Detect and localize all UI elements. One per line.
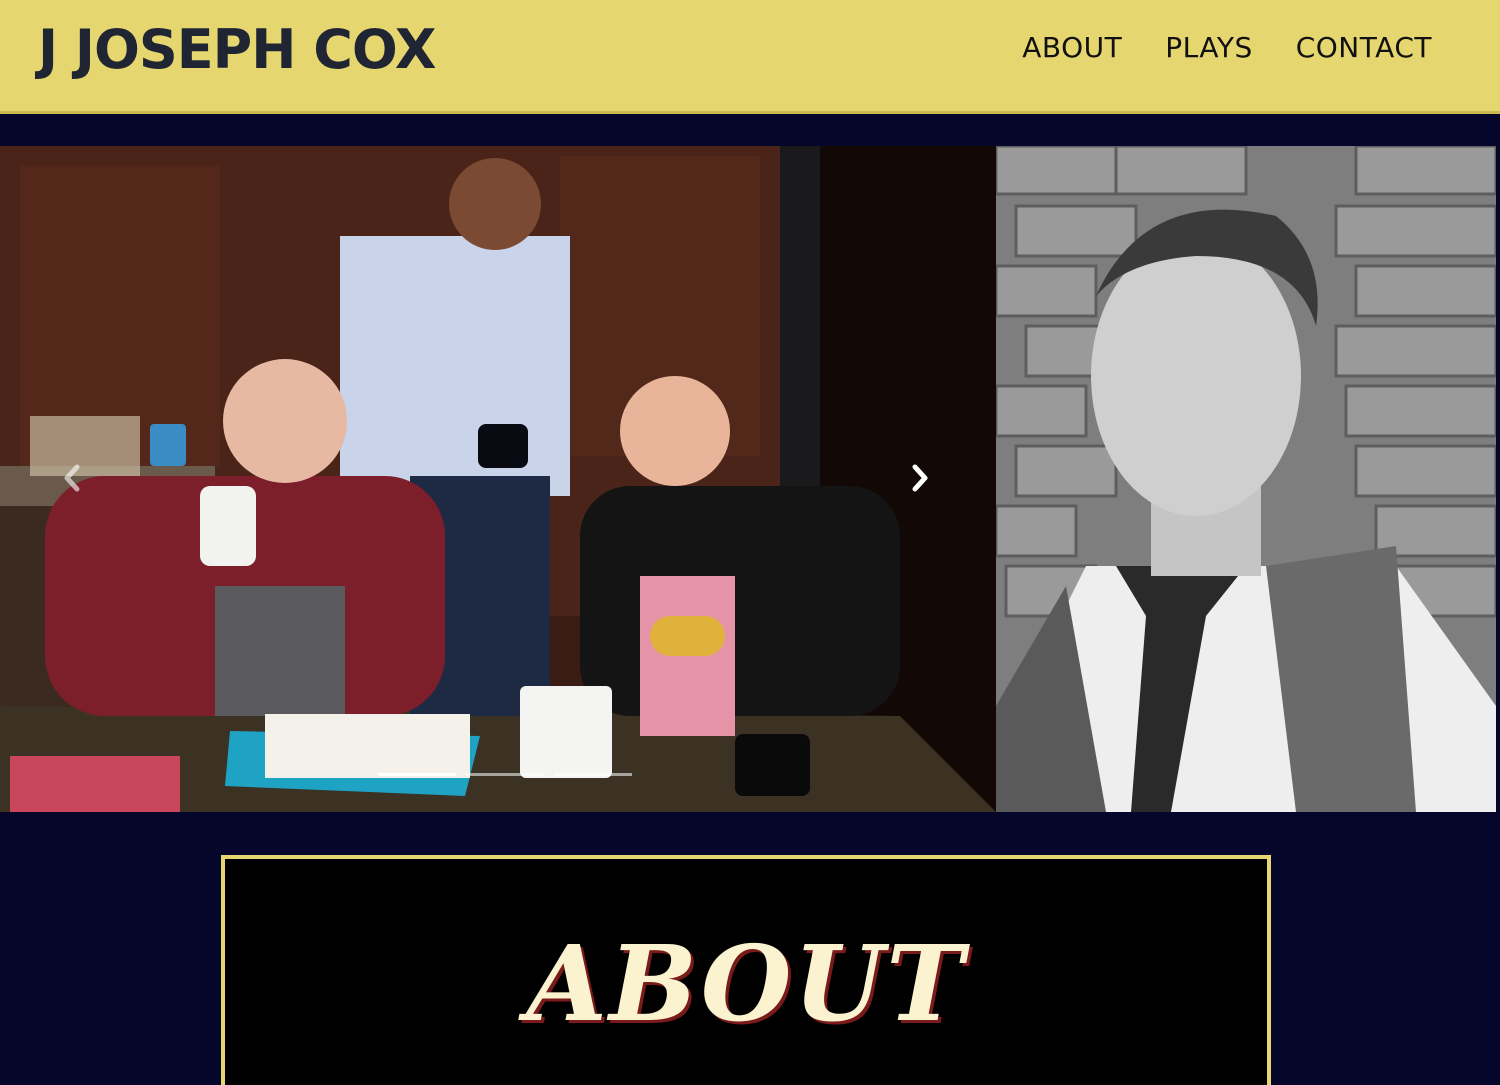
carousel-indicator-1[interactable] bbox=[378, 773, 456, 776]
chevron-left-icon bbox=[64, 464, 80, 492]
nav-link-contact[interactable]: CONTACT bbox=[1296, 30, 1432, 66]
main-nav: ABOUT PLAYS CONTACT bbox=[1022, 30, 1432, 66]
carousel-indicator-2[interactable] bbox=[466, 773, 544, 776]
portrait-image bbox=[996, 146, 1496, 812]
chevron-right-icon bbox=[912, 464, 928, 492]
carousel-indicator-3[interactable] bbox=[554, 773, 632, 776]
carousel-next-button[interactable] bbox=[902, 458, 938, 498]
photo-carousel[interactable] bbox=[0, 146, 996, 812]
hero-section bbox=[0, 146, 1500, 812]
site-header: J JOSEPH COX ABOUT PLAYS CONTACT bbox=[0, 0, 1500, 114]
carousel-slide-image bbox=[0, 146, 996, 812]
about-heading: ABOUT bbox=[526, 922, 966, 1045]
site-title[interactable]: J JOSEPH COX bbox=[38, 18, 436, 82]
nav-link-about[interactable]: ABOUT bbox=[1022, 30, 1122, 66]
carousel-prev-button[interactable] bbox=[54, 458, 90, 498]
about-section: ABOUT bbox=[221, 855, 1271, 1085]
carousel-indicators bbox=[378, 773, 632, 776]
nav-link-plays[interactable]: PLAYS bbox=[1165, 30, 1252, 66]
author-portrait bbox=[996, 146, 1496, 812]
